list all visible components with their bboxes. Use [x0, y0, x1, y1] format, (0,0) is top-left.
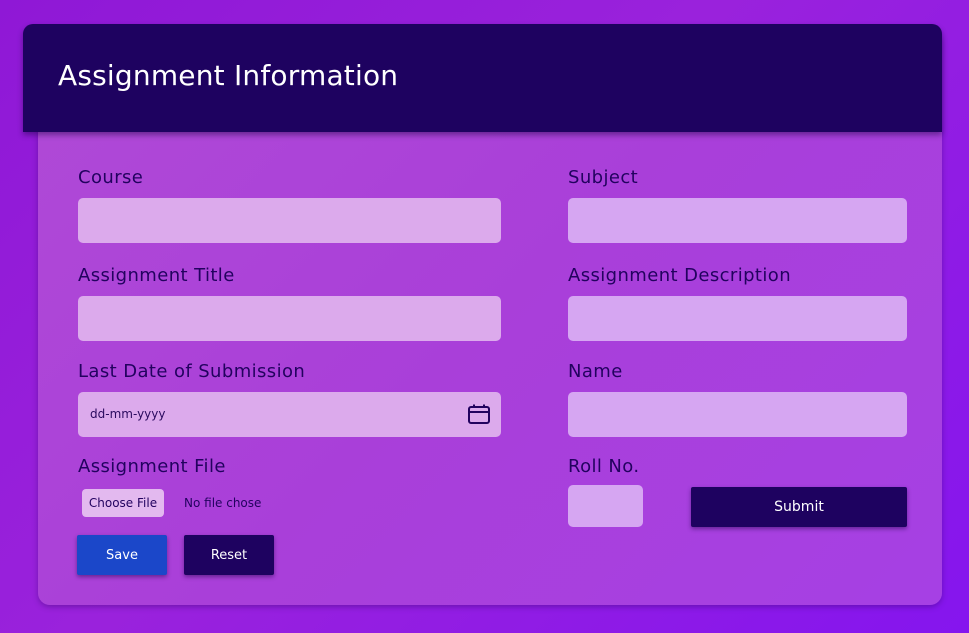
name-input[interactable] — [568, 392, 907, 437]
assignment-description-input[interactable] — [568, 296, 907, 341]
assignment-title-input[interactable] — [78, 296, 501, 341]
submit-button[interactable]: Submit — [691, 487, 907, 527]
last-date-label: Last Date of Submission — [78, 361, 306, 382]
calendar-icon[interactable] — [467, 403, 491, 425]
date-placeholder: dd-mm-yyyy — [90, 407, 166, 421]
form-header: Assignment Information — [23, 24, 942, 132]
subject-label: Subject — [568, 167, 639, 188]
roll-no-input[interactable] — [568, 485, 643, 527]
assignment-title-label: Assignment Title — [78, 265, 235, 286]
subject-input[interactable] — [568, 198, 907, 243]
roll-no-label: Roll No. — [568, 456, 640, 477]
file-status-text: No file chose — [184, 496, 262, 510]
course-label: Course — [78, 167, 144, 188]
choose-file-button[interactable]: Choose File — [82, 489, 164, 517]
assignment-file-label: Assignment File — [78, 456, 226, 477]
reset-button[interactable]: Reset — [184, 535, 274, 575]
save-button[interactable]: Save — [77, 535, 167, 575]
last-date-input[interactable]: dd-mm-yyyy — [78, 392, 501, 437]
assignment-description-label: Assignment Description — [568, 265, 792, 286]
course-input[interactable] — [78, 198, 501, 243]
name-label: Name — [568, 361, 623, 382]
page-title: Assignment Information — [58, 58, 399, 92]
